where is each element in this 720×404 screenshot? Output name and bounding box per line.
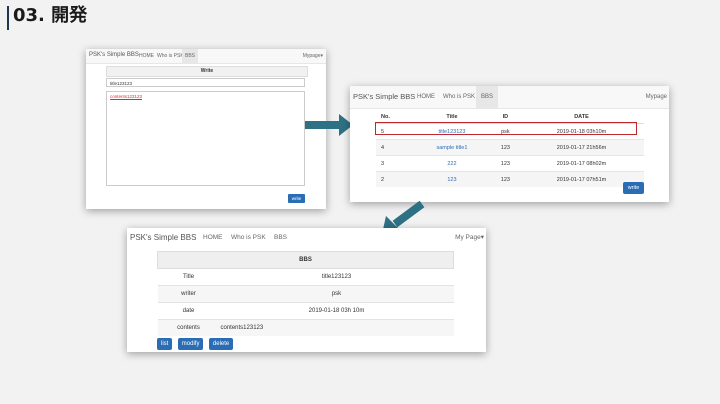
row-no: 3: [376, 155, 413, 172]
table-row[interactable]: 5 title123123 psk 2019-01-18 03h10m: [376, 123, 644, 140]
table-row[interactable]: 3 222 123 2019-01-17 08h02m: [376, 155, 644, 172]
post-title-link[interactable]: 222: [412, 155, 492, 172]
navbar: PSK's Simple BBS HOME Who is PSK BBS Myp…: [350, 86, 669, 109]
field-value: title123123: [219, 268, 454, 286]
slide-title: 03. 開発: [13, 5, 88, 26]
field-label: Title: [157, 268, 220, 286]
table-header-row: No. Title ID DATE: [376, 110, 644, 124]
write-page-screenshot: PSK's Simple BBS HOME Who is PSK BBS Myp…: [86, 49, 326, 209]
detail-row-date: date 2019-01-18 03h 10m: [157, 302, 454, 320]
table-row[interactable]: 4 sample title1 123 2019-01-17 21h56m: [376, 139, 644, 156]
table-row[interactable]: 2 123 123 2019-01-17 07h51m: [376, 171, 644, 187]
row-no: 5: [376, 123, 413, 140]
table-title: BBS: [157, 251, 454, 269]
right-arrow-icon: [305, 114, 353, 136]
row-date: 2019-01-17 21h56m: [518, 139, 644, 156]
delete-button[interactable]: delete: [208, 338, 234, 350]
mypage-link[interactable]: Mypage: [646, 86, 667, 108]
column-header: Title: [412, 110, 492, 124]
title-accent-bar: [7, 6, 9, 30]
field-value: psk: [219, 285, 454, 303]
write-button[interactable]: write: [288, 194, 305, 203]
row-id: 123: [491, 155, 519, 172]
column-header: No.: [376, 110, 413, 124]
navbar: PSK's Simple BBS HOME Who is PSK BBS My …: [127, 228, 486, 248]
brand[interactable]: PSK's Simple BBS: [130, 233, 196, 242]
brand[interactable]: PSK's Simple BBS: [89, 52, 139, 58]
title-input[interactable]: title123123: [106, 78, 305, 87]
brand[interactable]: PSK's Simple BBS: [353, 92, 415, 101]
list-page-screenshot: PSK's Simple BBS HOME Who is PSK BBS Myp…: [350, 86, 669, 202]
detail-row-title: Title title123123: [157, 268, 454, 286]
row-no: 2: [376, 171, 413, 187]
nav-bbs[interactable]: BBS: [182, 49, 199, 63]
mypage-dropdown[interactable]: Mypage▾: [303, 49, 323, 63]
field-label: date: [157, 302, 220, 320]
navbar: PSK's Simple BBS HOME Who is PSK BBS Myp…: [86, 49, 326, 64]
contents-textarea[interactable]: contents123123: [106, 91, 305, 186]
view-page-screenshot: PSK's Simple BBS HOME Who is PSK BBS My …: [127, 228, 486, 352]
posts-table: No. Title ID DATE 5 title123123 psk 2019…: [376, 110, 644, 187]
row-id: 123: [491, 171, 519, 187]
row-no: 4: [376, 139, 413, 156]
field-value: contents123123: [219, 319, 454, 336]
write-panel-title: Write: [106, 66, 308, 77]
nav-bbs[interactable]: BBS: [269, 228, 292, 248]
table-header-row: BBS: [157, 251, 454, 269]
list-button[interactable]: list: [157, 338, 173, 350]
post-title-link[interactable]: title123123: [412, 123, 492, 140]
row-id: psk: [491, 123, 519, 140]
mypage-dropdown[interactable]: My Page▾: [455, 228, 484, 248]
nav-bbs[interactable]: BBS: [476, 86, 499, 108]
action-buttons: list modify delete: [157, 332, 234, 350]
post-title-link[interactable]: 123: [412, 171, 492, 187]
row-id: 123: [491, 139, 519, 156]
row-date: 2019-01-17 08h02m: [518, 155, 644, 172]
field-label: writer: [157, 285, 220, 303]
write-button[interactable]: write: [623, 182, 644, 194]
post-title-link[interactable]: sample title1: [412, 139, 492, 156]
nav-who-is-psk[interactable]: Who is PSK: [438, 86, 480, 108]
modify-button[interactable]: modify: [177, 338, 204, 350]
column-header: ID: [491, 110, 519, 124]
field-value: 2019-01-18 03h 10m: [219, 302, 454, 320]
column-header: DATE: [518, 110, 644, 124]
contents-text: contents123123: [110, 94, 143, 99]
detail-row-writer: writer psk: [157, 285, 454, 303]
post-detail-table: BBS Title title123123 writer psk date 20…: [157, 251, 454, 336]
nav-who-is-psk[interactable]: Who is PSK: [226, 228, 271, 248]
nav-home[interactable]: HOME: [198, 228, 228, 248]
nav-home[interactable]: HOME: [412, 86, 440, 108]
row-date: 2019-01-18 03h10m: [518, 123, 644, 140]
